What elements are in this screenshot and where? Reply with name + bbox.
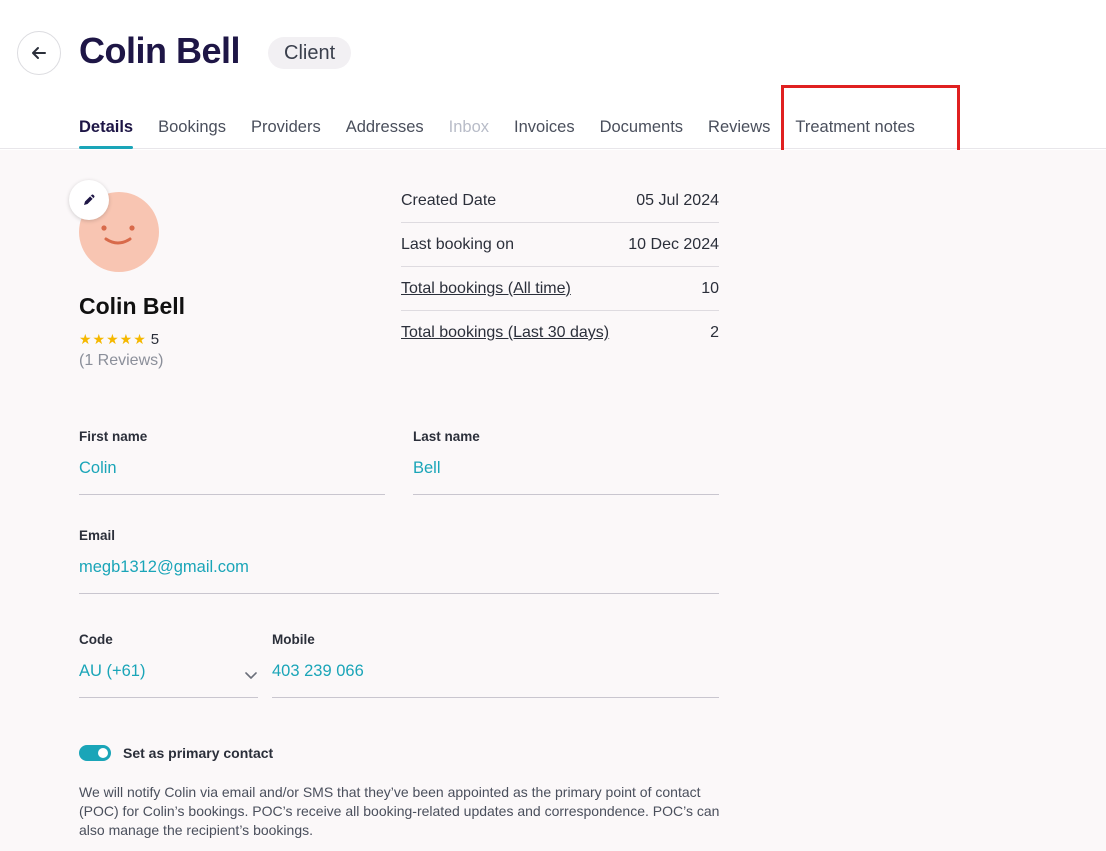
stat-value: 05 Jul 2024 [636, 191, 719, 209]
email-field: Email [79, 528, 719, 594]
stats-table: Created Date 05 Jul 2024 Last booking on… [401, 179, 719, 355]
pencil-icon [84, 194, 95, 205]
last-name-input[interactable] [413, 459, 719, 478]
page-header: Colin Bell Client Details Bookings Provi… [0, 0, 1106, 165]
tab-documents[interactable]: Documents [600, 118, 683, 149]
total-bookings-all-time-link[interactable]: Total bookings (All time) [401, 280, 571, 298]
primary-contact-label: Set as primary contact [123, 745, 274, 761]
code-field: Code AU (+61) [79, 632, 258, 698]
rating: ★★★★★ 5 [79, 331, 159, 348]
tab-treatment-notes[interactable]: Treatment notes [795, 118, 915, 149]
star-rating-icon: ★★★★★ [79, 331, 147, 347]
stat-row: Last booking on 10 Dec 2024 [401, 223, 719, 267]
stat-row: Total bookings (All time) 10 [401, 267, 719, 311]
code-select[interactable]: AU (+61) [79, 662, 229, 681]
stat-value: 10 Dec 2024 [628, 235, 719, 253]
edit-avatar-button[interactable] [69, 180, 109, 220]
mobile-input[interactable] [272, 662, 719, 681]
tab-inbox: Inbox [448, 118, 490, 136]
stat-value: 10 [701, 279, 719, 297]
reviews-count: (1 Reviews) [79, 352, 164, 369]
stat-row: Total bookings (Last 30 days) 2 [401, 311, 719, 355]
arrow-left-icon [32, 47, 46, 59]
tab-bookings[interactable]: Bookings [158, 118, 226, 149]
code-label: Code [79, 632, 113, 647]
mobile-field: Mobile [272, 632, 719, 698]
rating-value: 5 [150, 331, 160, 348]
tab-details[interactable]: Details [79, 118, 134, 149]
tab-bar: Details Bookings Providers Addresses Inb… [79, 118, 940, 149]
primary-contact-note: We will notify Colin via email and/or SM… [79, 784, 720, 838]
page-title: Colin Bell [79, 30, 241, 71]
email-input[interactable] [79, 558, 719, 577]
tab-providers[interactable]: Providers [251, 118, 321, 149]
tab-reviews[interactable]: Reviews [708, 118, 770, 149]
role-badge: Client [268, 37, 352, 69]
first-name-field: First name [79, 429, 385, 495]
last-name-field: Last name [413, 429, 719, 495]
chevron-down-icon[interactable] [244, 668, 258, 682]
back-button[interactable] [17, 31, 61, 75]
stat-label: Created Date [401, 191, 497, 209]
stat-value: 2 [710, 324, 719, 341]
first-name-label: First name [79, 429, 148, 444]
tab-addresses[interactable]: Addresses [346, 118, 424, 149]
email-label: Email [79, 528, 116, 543]
tab-invoices[interactable]: Invoices [514, 118, 575, 149]
total-bookings-last-30-days-link[interactable]: Total bookings (Last 30 days) [401, 324, 609, 342]
details-panel: Colin Bell ★★★★★ 5 (1 Reviews) Created D… [0, 150, 1106, 851]
profile-name: Colin Bell [79, 293, 186, 319]
stat-row: Created Date 05 Jul 2024 [401, 179, 719, 223]
first-name-input[interactable] [79, 459, 385, 478]
last-name-label: Last name [413, 429, 480, 444]
mobile-label: Mobile [272, 632, 315, 647]
stat-label: Last booking on [401, 235, 514, 253]
primary-contact-toggle[interactable] [79, 745, 111, 761]
